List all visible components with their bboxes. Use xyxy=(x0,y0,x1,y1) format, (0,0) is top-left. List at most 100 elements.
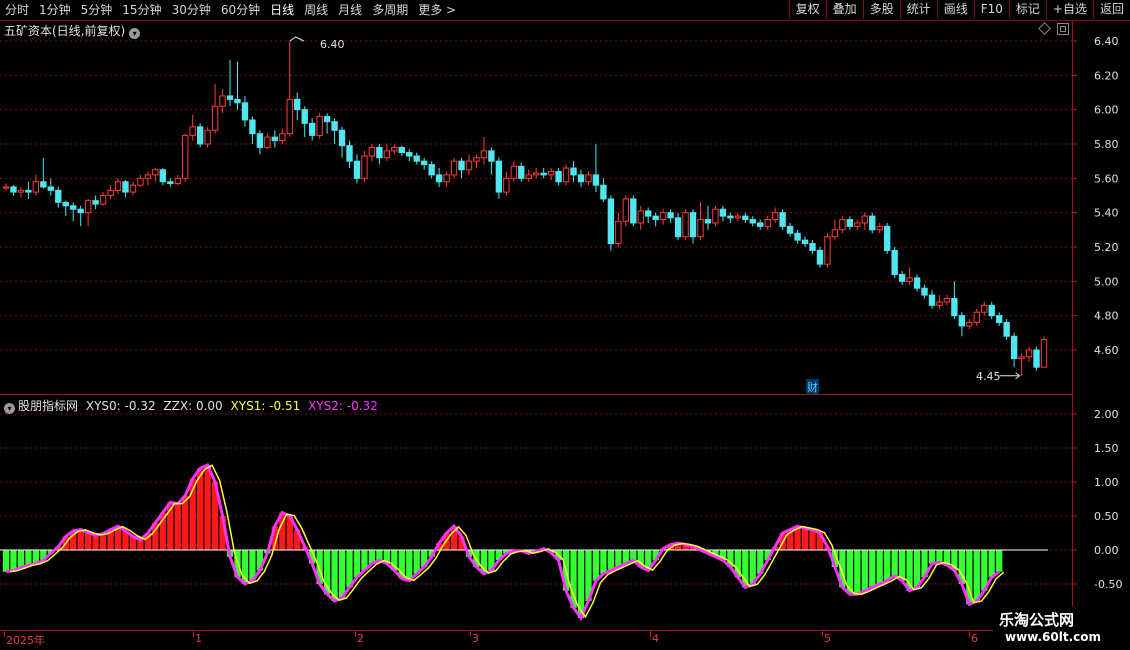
candle-body xyxy=(249,119,256,135)
candle-body xyxy=(70,205,77,210)
toolbar-button-0[interactable]: 复权 xyxy=(788,0,826,19)
ind-hist-bar xyxy=(338,550,346,598)
tab-1[interactable]: 1分钟 xyxy=(34,0,76,20)
candle-body xyxy=(301,109,308,124)
candle-body xyxy=(316,116,323,136)
tab-2[interactable]: 5分钟 xyxy=(76,0,118,20)
price-tick-label: 5.20 xyxy=(1094,241,1119,254)
ind-hist-bar xyxy=(742,550,749,588)
ind-hist-bar xyxy=(346,550,353,588)
candle-body xyxy=(547,170,555,176)
candle-body xyxy=(771,212,779,221)
ind-hist-bar xyxy=(174,503,181,550)
candle-body xyxy=(47,186,54,191)
candle-body xyxy=(1018,356,1025,360)
low-label: 4.45 xyxy=(976,370,1001,383)
candle-body xyxy=(577,174,585,183)
tab-9[interactable]: 多周期 xyxy=(367,0,413,20)
ind-hist-bar xyxy=(891,550,898,576)
candle-body xyxy=(555,170,562,183)
candle-body xyxy=(630,198,637,224)
candle-body xyxy=(928,294,936,306)
candle-body xyxy=(779,212,786,227)
candle-body xyxy=(869,215,876,231)
candle-body xyxy=(958,315,966,327)
date-tick xyxy=(470,631,471,637)
toolbar-button-7[interactable]: +自选 xyxy=(1045,0,1093,19)
ind-hist-bar xyxy=(204,465,211,550)
candle-body xyxy=(1003,322,1010,337)
candle-body xyxy=(592,174,600,186)
ind-tick-label: 1.50 xyxy=(1094,442,1119,455)
high-pointer xyxy=(289,36,304,42)
tab-10[interactable]: 更多 > xyxy=(413,0,461,20)
toolbar-button-6[interactable]: 标记 xyxy=(1008,0,1046,19)
price-tick-label: 6.20 xyxy=(1094,69,1119,82)
candle-body xyxy=(734,215,742,219)
tab-4[interactable]: 30分钟 xyxy=(167,0,216,20)
ind-hist-bar xyxy=(2,550,10,572)
candle-body xyxy=(757,222,764,227)
candle-body xyxy=(996,315,1003,324)
candle-body xyxy=(682,212,689,238)
candle-body xyxy=(943,298,951,303)
price-tick-label: 5.40 xyxy=(1094,207,1119,220)
date-tick xyxy=(4,631,5,637)
candle-body xyxy=(196,126,204,145)
ind-tick-label: -0.50 xyxy=(1094,578,1122,591)
ind-hist-bar xyxy=(17,550,25,568)
candle-body xyxy=(921,287,928,296)
tab-8[interactable]: 月线 xyxy=(333,0,367,20)
price-tick-label: 5.60 xyxy=(1094,172,1119,185)
candle-body xyxy=(159,169,167,183)
price-tick-label: 4.80 xyxy=(1094,310,1119,323)
tab-7[interactable]: 周线 xyxy=(299,0,333,20)
candle-body xyxy=(951,298,958,317)
candle-body xyxy=(473,157,480,162)
ind-hist-bar xyxy=(996,550,1003,572)
candle-body xyxy=(824,236,831,265)
tab-0[interactable]: 分时 xyxy=(0,0,34,20)
candle-body xyxy=(1010,335,1018,360)
candle-body xyxy=(114,181,122,191)
toolbar-button-4[interactable]: 画线 xyxy=(936,0,974,19)
tab-6[interactable]: 日线 xyxy=(265,0,299,20)
candle-body xyxy=(659,212,667,221)
toolbar-button-8[interactable]: 返回 xyxy=(1092,0,1130,19)
candle-body xyxy=(801,239,809,245)
toolbar-button-5[interactable]: F10 xyxy=(973,0,1009,19)
candle-body xyxy=(398,146,405,154)
date-tick xyxy=(650,631,651,637)
ind-hist-bar xyxy=(884,550,891,581)
candle-body xyxy=(533,172,540,176)
candle-body xyxy=(308,122,316,136)
toolbar-button-1[interactable]: 叠加 xyxy=(825,0,863,19)
ind-tick-label: 1.00 xyxy=(1094,476,1119,489)
candle-body xyxy=(435,174,443,183)
toolbar-button-3[interactable]: 统计 xyxy=(899,0,937,19)
date-tick xyxy=(355,631,356,637)
candle-body xyxy=(137,177,144,186)
finance-marker[interactable]: 财 xyxy=(806,379,819,395)
price-tick-label: 5.00 xyxy=(1094,275,1119,288)
candle-body xyxy=(854,222,861,227)
candle-body xyxy=(2,186,10,189)
candle-body xyxy=(615,220,622,245)
date-tick xyxy=(193,631,194,637)
date-tick xyxy=(969,631,970,637)
price-tick-label: 6.40 xyxy=(1094,35,1119,48)
candle-body xyxy=(540,172,547,176)
tab-3[interactable]: 15分钟 xyxy=(117,0,166,20)
toolbar-button-2[interactable]: 多股 xyxy=(862,0,900,19)
date-label: 6 xyxy=(971,632,978,645)
ind-hist-bar xyxy=(25,550,32,565)
candle-body xyxy=(391,146,398,152)
candle-body xyxy=(936,301,943,306)
candle-body xyxy=(495,160,503,193)
price-tick-label: 6.00 xyxy=(1094,104,1119,117)
date-label: 1 xyxy=(195,632,202,645)
tab-5[interactable]: 60分钟 xyxy=(216,0,265,20)
candle-body xyxy=(182,134,189,179)
candle-body xyxy=(861,215,868,224)
candle-body xyxy=(876,225,883,231)
